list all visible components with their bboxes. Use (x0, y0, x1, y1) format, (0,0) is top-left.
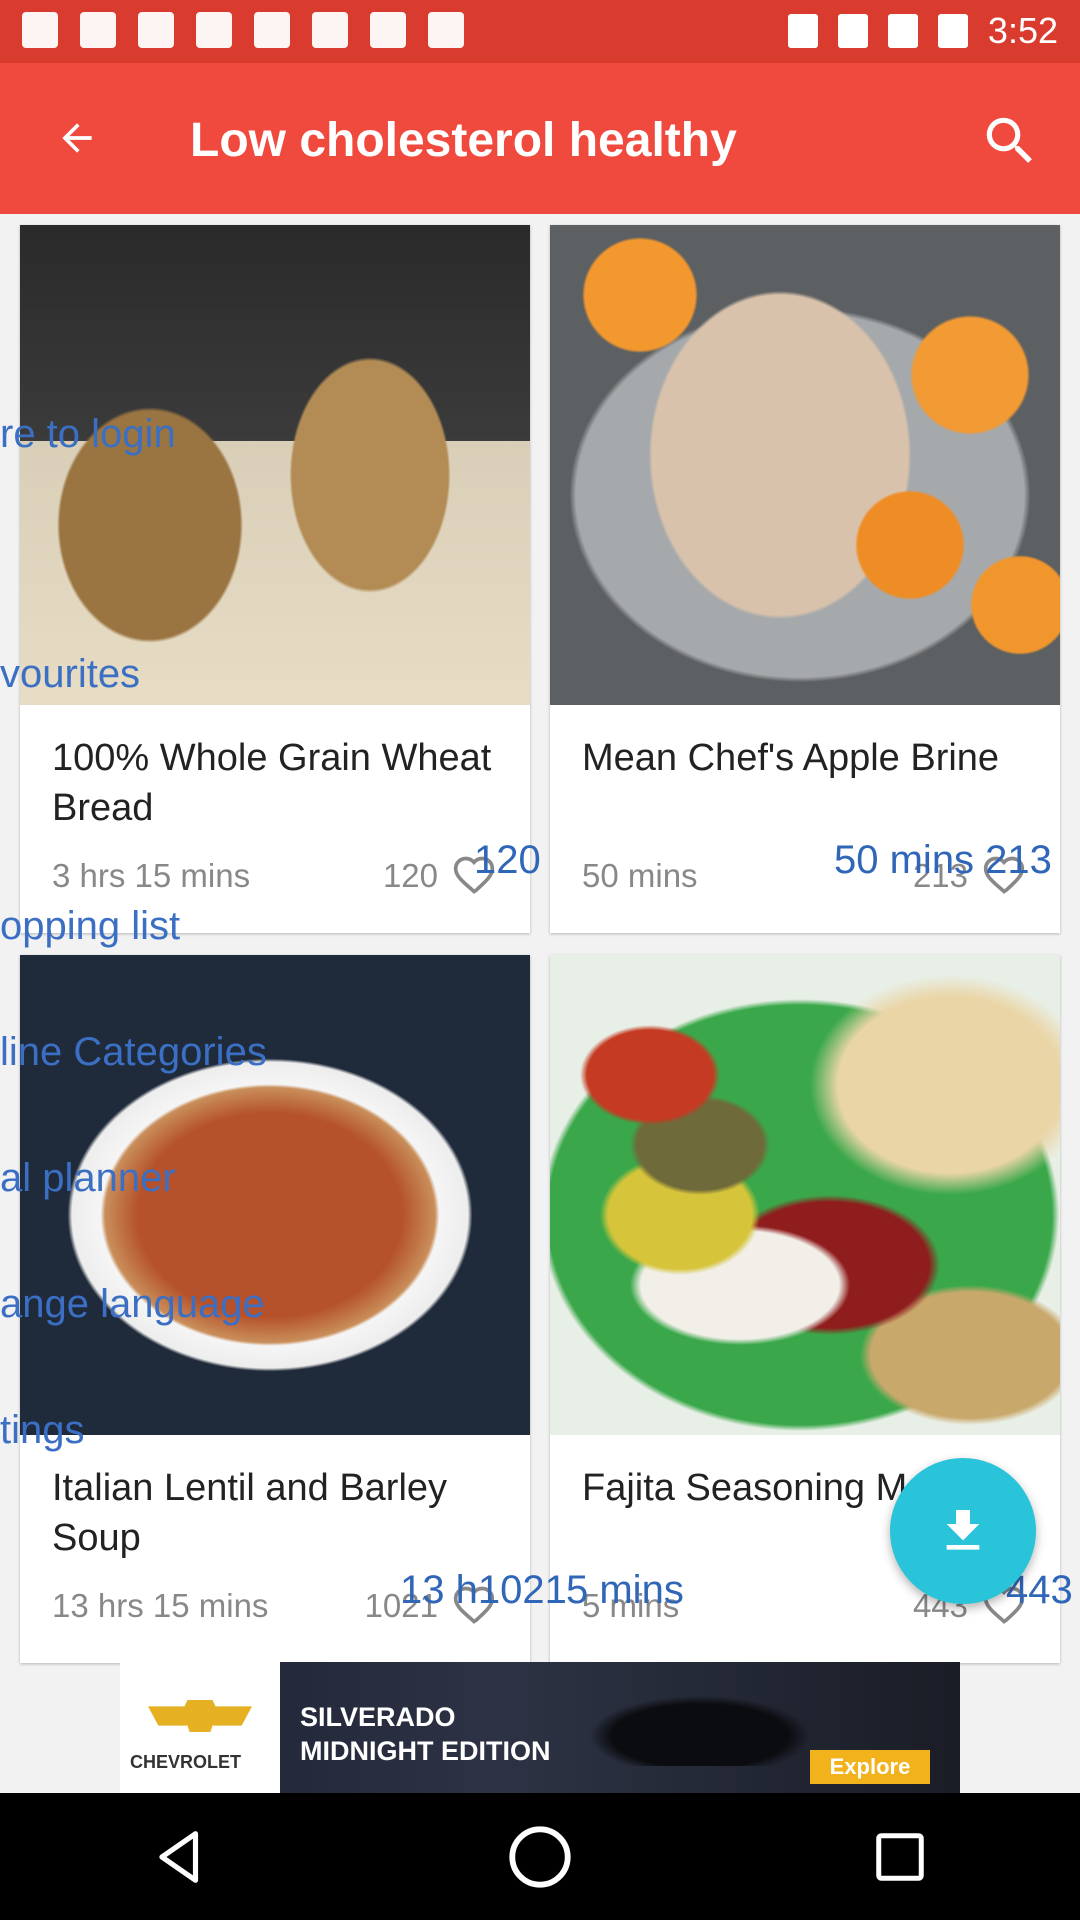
page-title: Low cholesterol healthy (190, 114, 737, 167)
recipe-image (20, 225, 530, 705)
ad-brand: CHEVROLET (130, 1752, 242, 1772)
notification-icon (254, 12, 290, 48)
recipe-time: 13 hrs 15 mins (52, 1587, 269, 1624)
recipe-title: Italian Lentil and Barley Soup (52, 1467, 448, 1559)
lock-icon (138, 12, 174, 48)
search-icon (986, 117, 1032, 163)
status-bar: 3:52 (0, 0, 1080, 63)
wifi-icon (837, 14, 868, 48)
overlay-time: 5 mins (566, 1568, 684, 1612)
recipe-image (550, 955, 1060, 1435)
app-bar: Low cholesterol healthy (0, 63, 1080, 214)
download-button[interactable] (890, 1458, 1036, 1604)
notification-icons (22, 12, 464, 48)
recipe-likes: 120 (382, 857, 438, 894)
status-time: 3:52 (987, 10, 1058, 51)
notification-icon (370, 12, 406, 48)
drawer-item-shopping-list[interactable]: opping list (0, 904, 180, 949)
chevrolet-logo: CHEVROLET (120, 1662, 280, 1793)
back-triangle-icon (159, 1830, 199, 1883)
arrow-left-icon (62, 123, 92, 153)
drawer-item-settings[interactable]: tings (0, 1408, 85, 1453)
overlay-time-likes: 13 h1021 (400, 1568, 567, 1612)
battery-icon (937, 14, 968, 48)
bowtie-icon (148, 1700, 252, 1732)
download-icon (946, 1510, 980, 1550)
ad-headline: SILVERADO MIDNIGHT EDITION (300, 1702, 551, 1766)
recipe-title: Mean Chef's Apple Brine (582, 737, 1000, 779)
nav-home-button[interactable] (495, 1812, 585, 1902)
drawer-item-meal-planner[interactable]: al planner (0, 1156, 176, 1201)
home-circle-icon (509, 1825, 571, 1888)
ad-banner[interactable]: CHEVROLET SILVERADO MIDNIGHT EDITION Exp… (120, 1662, 960, 1793)
drawer-item-language[interactable]: ange language (0, 1282, 265, 1327)
overlay-likes: 120 (474, 838, 541, 882)
notification-icon (22, 12, 58, 48)
overlay-time-likes: 50 mins 213 (834, 838, 1052, 882)
notification-icon (312, 12, 348, 48)
notification-icon (428, 12, 464, 48)
recipe-card[interactable]: Mean Chef's Apple Brine 50 mins 213 (550, 225, 1060, 933)
drawer-item-categories[interactable]: line Categories (0, 1030, 267, 1075)
recents-square-icon (876, 1832, 924, 1881)
recipe-title: 100% Whole Grain Wheat Bread (52, 737, 492, 829)
nav-back-button[interactable] (135, 1812, 225, 1902)
back-button[interactable] (42, 103, 112, 173)
signal-icon (887, 14, 918, 48)
recipe-card[interactable]: 100% Whole Grain Wheat Bread 3 hrs 15 mi… (20, 225, 530, 933)
drawer-item-login[interactable]: re to login (0, 412, 176, 457)
ad-explore-button[interactable]: Explore (810, 1750, 930, 1784)
notification-icon (80, 12, 116, 48)
recipe-image (550, 225, 1060, 705)
recipe-time: 50 mins (582, 857, 698, 894)
location-icon (787, 14, 818, 48)
nav-recents-button[interactable] (855, 1812, 945, 1902)
drawer-item-favourites[interactable]: vourites (0, 652, 140, 697)
system-nav-bar (0, 1793, 1080, 1920)
truck-image (590, 1686, 810, 1766)
search-button[interactable] (970, 101, 1050, 181)
recipe-time: 3 hrs 15 mins (52, 857, 251, 894)
notification-icon (196, 12, 232, 48)
